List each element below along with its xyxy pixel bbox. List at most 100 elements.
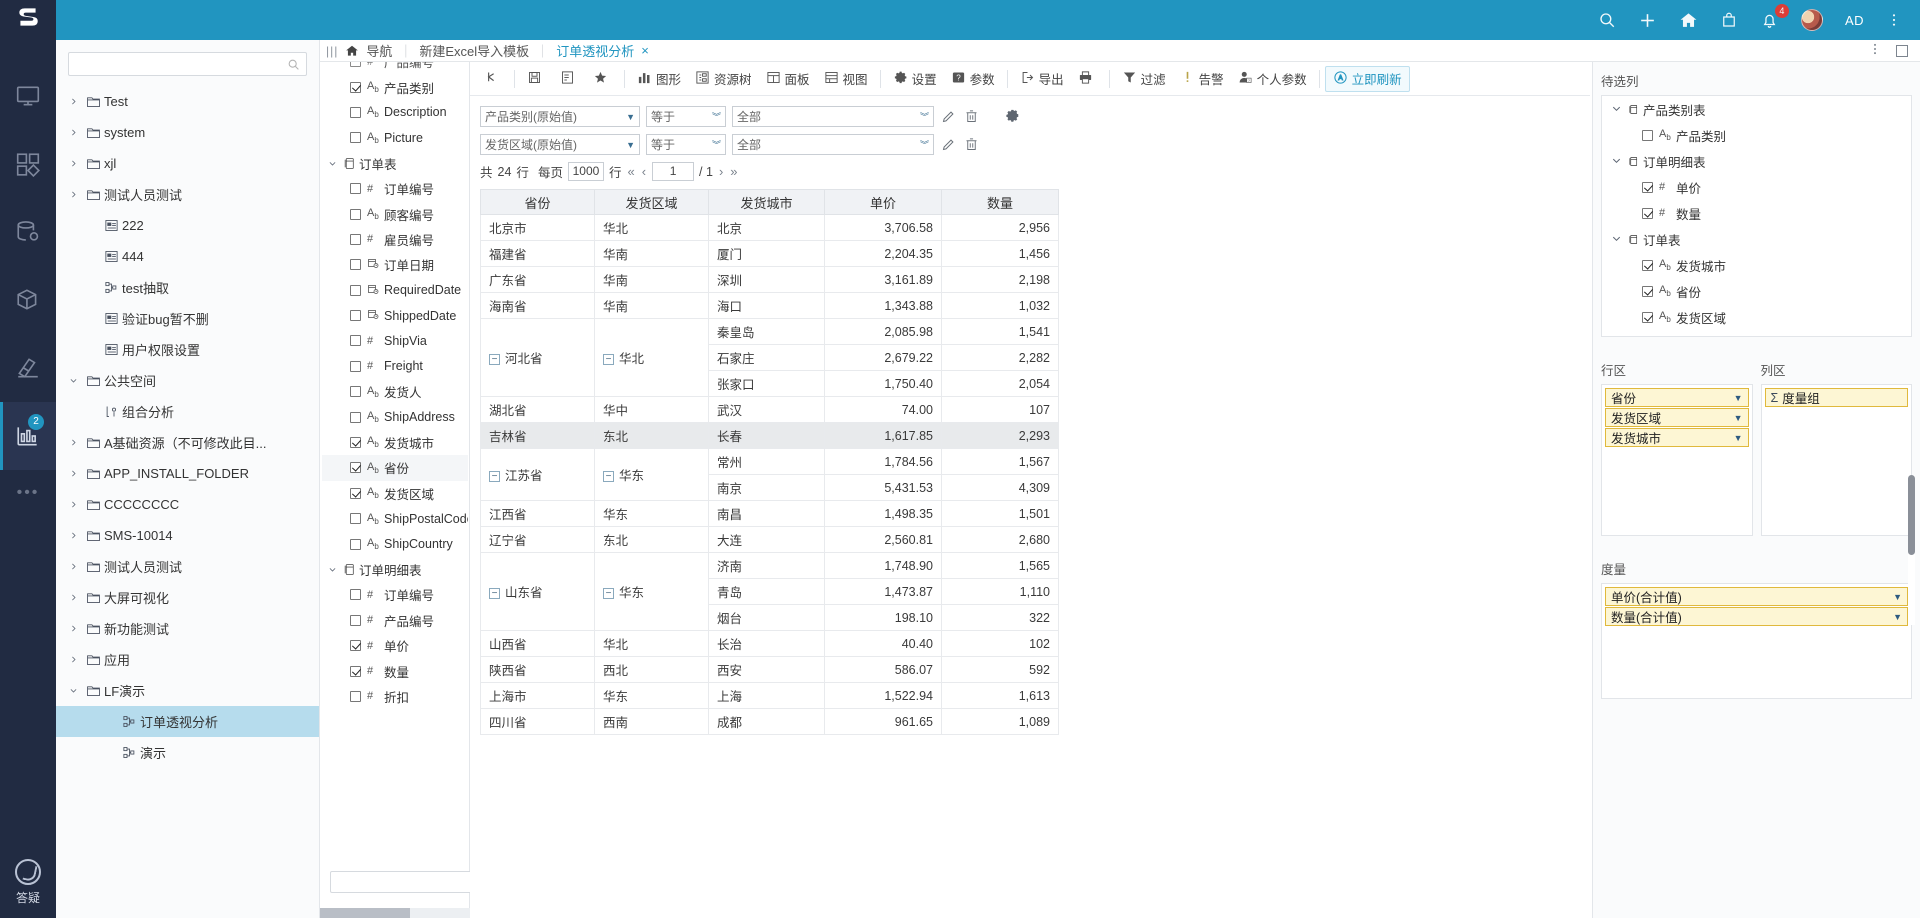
cell-qty[interactable]: 1,110 [941,578,1059,605]
cell-qty[interactable]: 2,282 [941,344,1059,371]
chevron-right-icon[interactable] [64,562,82,571]
sidebar-item-15[interactable]: 测试人员测试 [56,551,319,582]
chevron-down-icon[interactable] [1608,103,1624,115]
refresh-button[interactable] [476,66,509,92]
available-checkbox[interactable] [1642,129,1653,141]
field-item-19[interactable]: Ab ShipCountry [322,531,468,556]
field-item-6[interactable]: Ab 顾客编号 [322,201,468,226]
chevron-down-icon[interactable] [1608,233,1624,245]
print-button[interactable] [1071,66,1104,92]
cell-price[interactable]: 961.65 [824,708,942,735]
cell-price[interactable]: 5,431.53 [824,474,942,501]
cell-region[interactable]: 西南 [594,708,709,735]
field-item-13[interactable]: Ab 发货人 [322,379,468,404]
field-item-7[interactable]: # 雇员编号 [322,227,468,252]
cell-price[interactable]: 2,679.22 [824,344,942,371]
cell-region[interactable]: − 华东 [594,552,709,631]
collapse-icon[interactable]: − [603,471,614,483]
chevron-down-icon[interactable]: ▼ [1893,592,1902,602]
sidebar-item-4[interactable]: 222 [56,210,319,241]
cell-province[interactable]: 北京市 [480,214,595,241]
more-vertical-icon[interactable] [1868,42,1882,59]
cell-city[interactable]: 青岛 [708,578,825,605]
cell-qty[interactable]: 1,567 [941,448,1059,475]
cell-price[interactable]: 1,750.40 [824,370,942,397]
cell-qty[interactable]: 102 [941,630,1059,657]
cell-region[interactable]: − 华北 [594,318,709,397]
table-row[interactable]: 江西省 华东 南昌 1,498.35 1,501 [480,500,1059,527]
table-row[interactable]: 陕西省 西北 西安 586.07 592 [480,656,1059,683]
field-item-25[interactable]: # 折扣 [322,684,468,709]
sidebar-item-13[interactable]: CCCCCCCC [56,489,319,520]
chevron-right-icon[interactable] [64,655,82,664]
filter-settings-gear-icon[interactable] [1004,108,1021,125]
available-item-6[interactable]: Ab 发货城市 [1602,252,1911,278]
field-item-15[interactable]: Ab 发货城市 [322,430,468,455]
close-icon[interactable]: × [641,43,649,58]
vertical-scrollbar[interactable] [1908,475,1915,625]
cell-city[interactable]: 长治 [708,630,825,657]
sidebar-item-8[interactable]: 用户权限设置 [56,334,319,365]
sidebar-item-3[interactable]: 测试人员测试 [56,179,319,210]
field-checkbox[interactable] [350,690,361,702]
available-item-8[interactable]: Ab 发货区域 [1602,304,1911,330]
cell-price[interactable]: 198.10 [824,604,942,631]
maximize-icon[interactable] [1896,44,1908,57]
chevron-down-icon[interactable]: ▼ [1893,612,1902,622]
cell-region[interactable]: − 华东 [594,448,709,501]
available-item-2[interactable]: 订单明细表 [1602,148,1911,174]
field-item-23[interactable]: # 单价 [322,633,468,658]
chevron-right-icon[interactable] [64,500,82,509]
pencil-icon[interactable] [940,108,957,125]
active-tab-label[interactable]: 订单透视分析 [556,41,634,60]
field-item-17[interactable]: Ab 发货区域 [322,481,468,506]
breadcrumb-home-label[interactable]: 导航 [366,41,392,60]
rail-item-apps[interactable] [0,130,56,198]
field-checkbox[interactable] [350,132,361,144]
field-checkbox[interactable] [350,208,361,220]
cell-city[interactable]: 石家庄 [708,344,825,371]
cell-region[interactable]: 华南 [594,266,709,293]
cell-province[interactable]: 吉林省 [480,422,595,449]
parameter-button[interactable]: ? 参数 [944,66,1002,92]
first-page-button[interactable]: « [626,164,635,179]
cell-price[interactable]: 1,343.88 [824,292,942,319]
field-item-2[interactable]: Ab Description [322,100,468,125]
field-item-8[interactable]: 订单日期 [322,252,468,277]
cell-city[interactable]: 北京 [708,214,825,241]
field-checkbox[interactable] [350,335,361,347]
cell-province[interactable]: 江西省 [480,500,595,527]
filter-value-select-1[interactable]: 全部 ︾ [732,106,934,127]
field-item-5[interactable]: # 订单编号 [322,176,468,201]
field-item-1[interactable]: Ab 产品类别 [322,74,468,99]
available-checkbox[interactable] [1642,311,1653,323]
table-row[interactable]: 辽宁省 东北 大连 2,560.81 2,680 [480,526,1059,553]
available-checkbox[interactable] [1642,259,1653,271]
cell-province[interactable]: 辽宁省 [480,526,595,553]
cell-province[interactable]: − 江苏省 [480,448,595,501]
pivot-column-header-2[interactable]: 发货城市 [708,189,825,215]
cell-province[interactable]: 海南省 [480,292,595,319]
page-size-input[interactable]: 1000 [567,162,604,181]
cell-region[interactable]: 华东 [594,682,709,709]
table-row[interactable]: 上海市 华东 上海 1,522.94 1,613 [480,682,1059,709]
sidebar-item-11[interactable]: A基础资源（不可修改此目... [56,427,319,458]
breadcrumb-item-template[interactable]: 新建Excel导入模板 [419,41,529,60]
field-search-input[interactable] [337,875,492,889]
cell-qty[interactable]: 2,054 [941,370,1059,397]
cell-province[interactable]: 福建省 [480,240,595,267]
field-checkbox[interactable] [350,360,361,372]
sidebar-item-18[interactable]: 应用 [56,644,319,675]
cell-region[interactable]: 华北 [594,214,709,241]
field-checkbox[interactable] [350,259,361,271]
rail-more-icon[interactable]: ••• [0,470,56,516]
current-page-input[interactable]: 1 [652,162,695,181]
cell-region[interactable]: 西北 [594,656,709,683]
field-checkbox[interactable] [350,640,361,652]
last-page-button[interactable]: » [729,164,738,179]
cell-price[interactable]: 74.00 [824,396,942,423]
cell-qty[interactable]: 2,956 [941,214,1059,241]
chevron-down-icon[interactable] [324,565,340,574]
rail-item-database[interactable] [0,198,56,266]
avatar[interactable] [1800,9,1823,31]
